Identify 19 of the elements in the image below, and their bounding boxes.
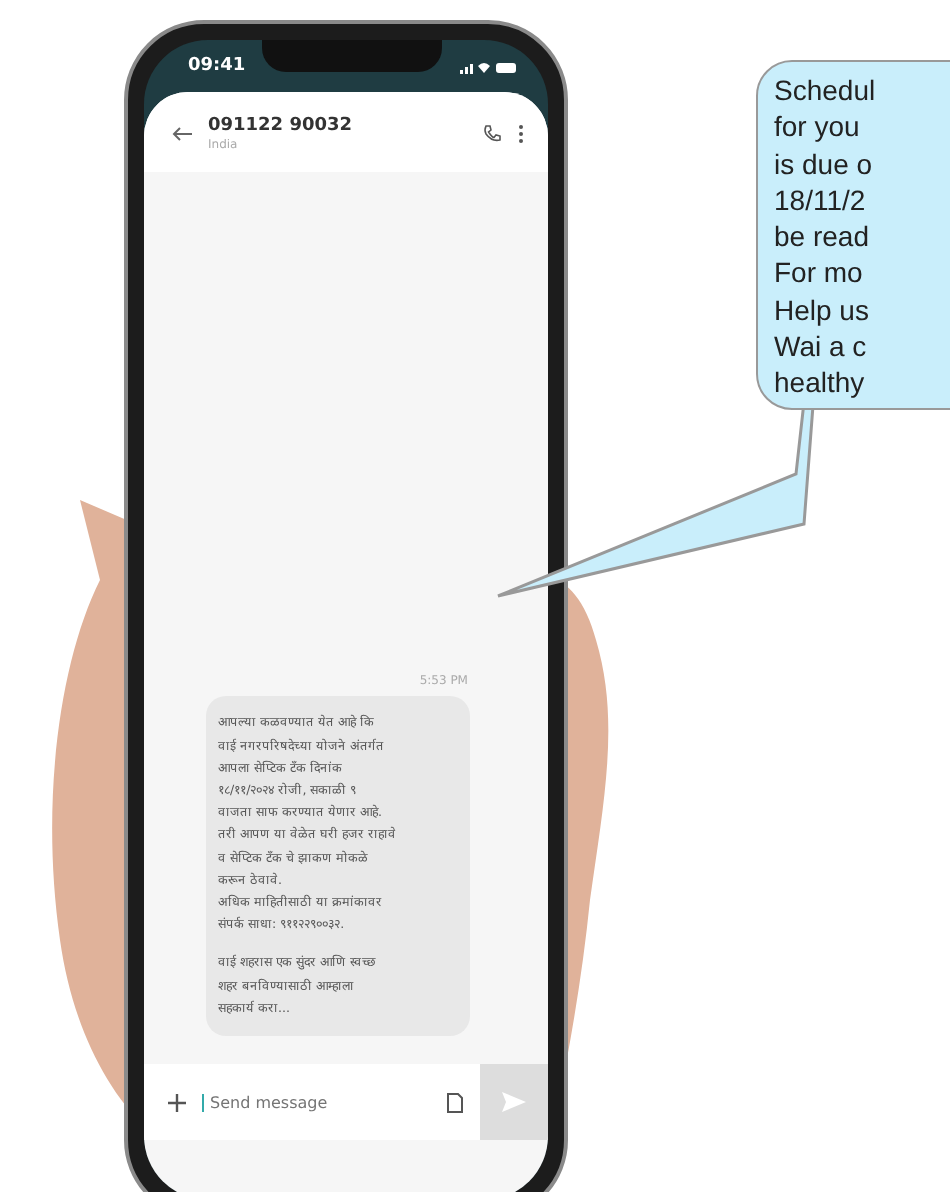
callout-text-line: Schedul xyxy=(774,72,878,109)
callout-text-line: healthy xyxy=(774,364,867,402)
signal-wifi-battery-icon xyxy=(460,59,516,73)
callout-text-line: be read xyxy=(774,218,871,255)
callout-text-line: Wai a c xyxy=(774,328,869,365)
contact-number: 091122 90032 xyxy=(208,116,355,136)
send-icon xyxy=(502,1092,526,1112)
callout-text-line: 18/11/2 xyxy=(774,181,868,219)
phone-icon[interactable] xyxy=(482,124,502,144)
more-options-icon[interactable] xyxy=(518,124,524,144)
add-icon[interactable] xyxy=(168,1093,186,1111)
back-icon[interactable] xyxy=(172,126,192,142)
sim-card-icon[interactable] xyxy=(446,1091,464,1113)
callout-text-line: For mo xyxy=(774,254,865,292)
callout-text-line: for you xyxy=(774,108,862,146)
callout-text-line: Help us xyxy=(774,291,871,329)
callout-text-line: is due o xyxy=(774,145,875,182)
status-time: 09:41 xyxy=(188,56,246,76)
message-input-field[interactable]: Send message xyxy=(202,1093,430,1111)
